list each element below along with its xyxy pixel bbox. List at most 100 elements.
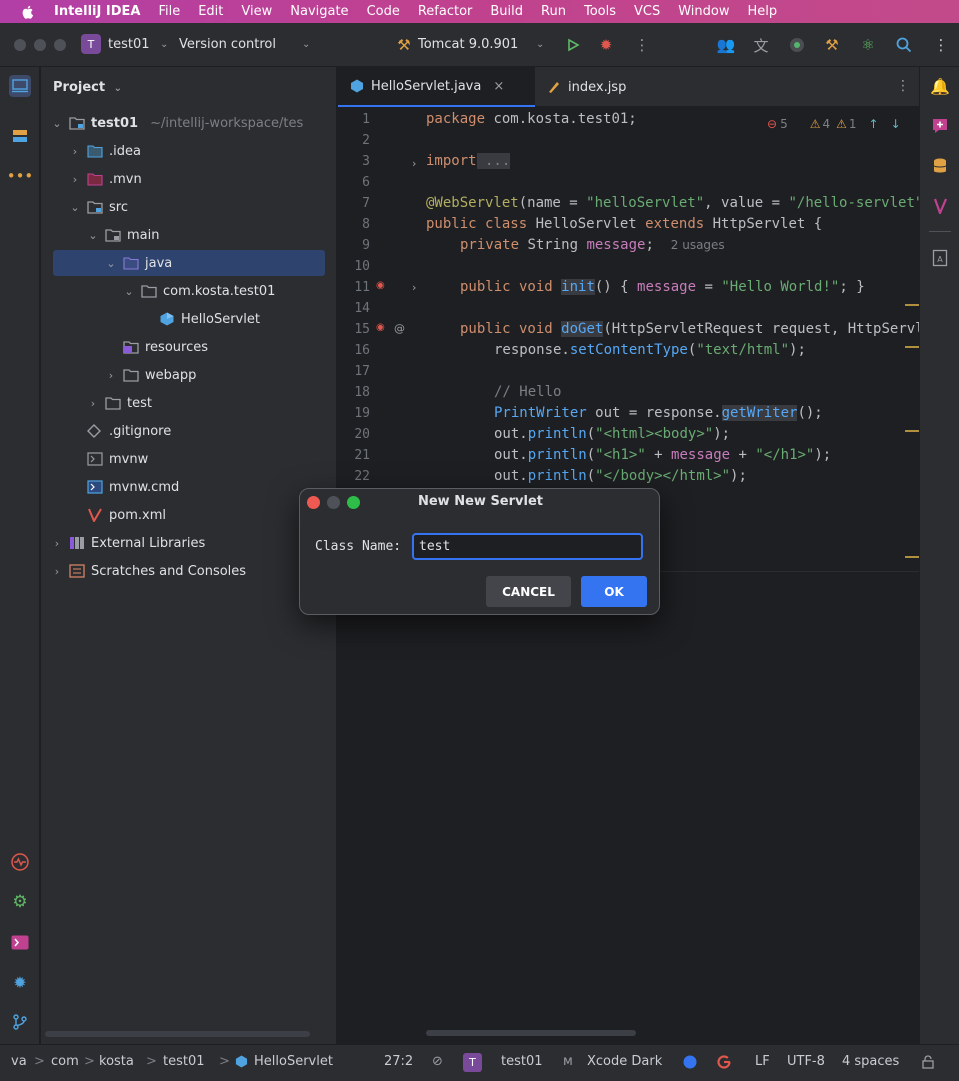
code-line-11[interactable]: public void init() { message = "Hello Wo… xyxy=(460,279,865,295)
fold-chevron-icon[interactable]: › xyxy=(412,281,416,294)
window-minimize-button[interactable] xyxy=(34,39,46,51)
main-menu-icon[interactable]: ⋮ xyxy=(931,35,951,55)
class-name-input[interactable] xyxy=(412,533,643,560)
menu-help[interactable]: Help xyxy=(748,4,778,19)
code-line-18[interactable]: // Hello xyxy=(494,384,561,400)
editor-horizontal-scrollbar[interactable] xyxy=(426,1030,636,1036)
tree-node-main[interactable]: ⌄ main xyxy=(41,222,336,248)
code-with-me-icon[interactable]: 👥 xyxy=(716,35,736,55)
window-close-button[interactable] xyxy=(14,39,26,51)
menu-view[interactable]: View xyxy=(241,4,272,19)
code-line-7[interactable]: @WebServlet(name = "helloServlet", value… xyxy=(426,195,919,211)
menu-run[interactable]: Run xyxy=(541,4,566,19)
translate-icon[interactable]: 文 xyxy=(751,35,771,55)
inspection-widget[interactable]: ⊖ 5 ⚠ 4 ⚠ 1 ↑ ↓ xyxy=(767,115,901,133)
tree-node-src[interactable]: ⌄ src xyxy=(41,194,336,220)
chevron-right-icon[interactable]: › xyxy=(51,537,63,550)
lock-icon[interactable] xyxy=(922,1055,934,1073)
warning-stripe-mark[interactable] xyxy=(905,430,919,432)
chevron-down-icon[interactable]: ⌄ xyxy=(160,39,168,50)
warning-stripe-mark[interactable] xyxy=(905,556,919,558)
tree-node-test01[interactable]: ⌄ test01 ~/intellij-workspace/tes xyxy=(41,110,336,136)
chevron-down-icon[interactable]: ⌄ xyxy=(302,39,310,50)
breadcrumb-item[interactable]: HelloServlet xyxy=(254,1054,333,1069)
cancel-button[interactable]: CANCEL xyxy=(486,576,571,607)
structure-icon[interactable] xyxy=(9,125,31,147)
project-badge[interactable]: T xyxy=(81,34,101,54)
code-line-16[interactable]: response.setContentType("text/html"); xyxy=(494,342,806,358)
indent-setting[interactable]: 4 spaces xyxy=(842,1054,899,1069)
caret-position[interactable]: 27:2 xyxy=(384,1054,413,1069)
menu-vcs[interactable]: VCS xyxy=(634,4,660,19)
code-line-20[interactable]: out.println("<html><body>"); xyxy=(494,426,730,442)
fold-chevron-icon[interactable]: › xyxy=(412,157,416,170)
menu-tools[interactable]: Tools xyxy=(584,4,616,19)
chevron-down-icon[interactable]: ⌄ xyxy=(123,285,135,298)
tab-options-icon[interactable]: ⋮ xyxy=(896,78,910,94)
chevron-down-icon[interactable]: ⌄ xyxy=(87,229,99,242)
project-selector[interactable]: test01 xyxy=(108,37,150,52)
google-icon[interactable] xyxy=(717,1055,731,1073)
menu-file[interactable]: File xyxy=(158,4,180,19)
plugin-status-icon[interactable] xyxy=(787,35,807,55)
tree-node-mvnw[interactable]: mvnw xyxy=(41,446,336,472)
theme-name[interactable]: Xcode Dark xyxy=(587,1054,662,1069)
menu-build[interactable]: Build xyxy=(490,4,523,19)
tab-close-icon[interactable]: × xyxy=(493,79,504,94)
search-icon[interactable] xyxy=(894,35,914,55)
chevron-right-icon[interactable]: › xyxy=(69,145,81,158)
menu-app-name[interactable]: IntelliJ IDEA xyxy=(54,4,140,19)
tree-node-java-selected[interactable]: ⌄ java xyxy=(53,250,325,276)
chevron-right-icon[interactable]: › xyxy=(51,565,63,578)
code-line-21[interactable]: out.println("<h1>" + message + "</h1>"); xyxy=(494,447,831,463)
code-line-19[interactable]: PrintWriter out = response.getWriter(); xyxy=(494,405,823,421)
window-zoom-button[interactable] xyxy=(54,39,66,51)
tools-icon[interactable]: ⚒ xyxy=(822,35,842,55)
breadcrumb-item[interactable]: va xyxy=(11,1054,27,1069)
code-line-15[interactable]: public void doGet(HttpServletRequest req… xyxy=(460,321,919,337)
status-project-name[interactable]: test01 xyxy=(501,1054,543,1069)
menu-code[interactable]: Code xyxy=(367,4,400,19)
vcs-selector[interactable]: Version control xyxy=(179,37,276,52)
menu-window[interactable]: Window xyxy=(678,4,729,19)
warning-stripe-mark[interactable] xyxy=(905,346,919,348)
tree-node-gitignore[interactable]: .gitignore xyxy=(41,418,336,444)
ai-assistant-icon[interactable] xyxy=(929,115,951,137)
database-icon[interactable] xyxy=(929,155,951,177)
menu-refactor[interactable]: Refactor xyxy=(418,4,473,19)
chevron-right-icon[interactable]: › xyxy=(87,397,99,410)
code-line-8[interactable]: public class HelloServlet extends HttpSe… xyxy=(426,216,822,232)
menu-edit[interactable]: Edit xyxy=(198,4,223,19)
horizontal-scrollbar[interactable] xyxy=(45,1031,310,1037)
tree-node-scratches[interactable]: › Scratches and Consoles xyxy=(41,558,336,584)
tree-node-resources[interactable]: resources xyxy=(41,334,336,360)
more-tool-windows-icon[interactable]: ••• xyxy=(7,165,34,187)
readonly-toggle-icon[interactable]: ⊘ xyxy=(432,1054,443,1069)
tree-node-external-libraries[interactable]: › External Libraries xyxy=(41,530,336,556)
project-panel-header[interactable]: Project ⌄ xyxy=(53,80,122,95)
tab-helloservlet-java[interactable]: HelloServlet.java × xyxy=(338,67,535,107)
chevron-down-icon[interactable]: ⌄ xyxy=(536,39,544,50)
tree-node-mvn[interactable]: › .mvn xyxy=(41,166,336,192)
tree-node-package[interactable]: ⌄ com.kosta.test01 xyxy=(41,278,336,304)
override-method-icon[interactable]: ◉ xyxy=(376,322,385,333)
annotation-gutter-icon[interactable]: @ xyxy=(394,322,405,335)
tree-node-helloservlet[interactable]: HelloServlet xyxy=(41,306,336,332)
file-encoding[interactable]: UTF-8 xyxy=(787,1054,825,1069)
menu-navigate[interactable]: Navigate xyxy=(290,4,348,19)
terminal-icon[interactable] xyxy=(9,931,31,953)
previous-highlight-icon[interactable]: ↑ xyxy=(869,117,879,131)
override-method-icon[interactable]: ◉ xyxy=(376,280,385,291)
tree-node-test[interactable]: › test xyxy=(41,390,336,416)
chevron-down-icon[interactable]: ⌄ xyxy=(105,257,117,270)
chevron-down-icon[interactable]: ⌄ xyxy=(51,117,63,130)
maven-icon[interactable] xyxy=(929,195,951,217)
chevron-right-icon[interactable]: › xyxy=(69,173,81,186)
debug-icon[interactable]: ✹ xyxy=(596,35,616,55)
apple-logo-icon[interactable] xyxy=(20,4,36,20)
code-line-1[interactable]: package com.kosta.test01; xyxy=(426,111,637,127)
notifications-bell-icon[interactable]: 🔔 xyxy=(929,75,951,97)
run-icon[interactable] xyxy=(563,35,583,55)
code-line-3[interactable]: import ... xyxy=(426,153,511,169)
atom-icon[interactable]: ⚛ xyxy=(858,35,878,55)
